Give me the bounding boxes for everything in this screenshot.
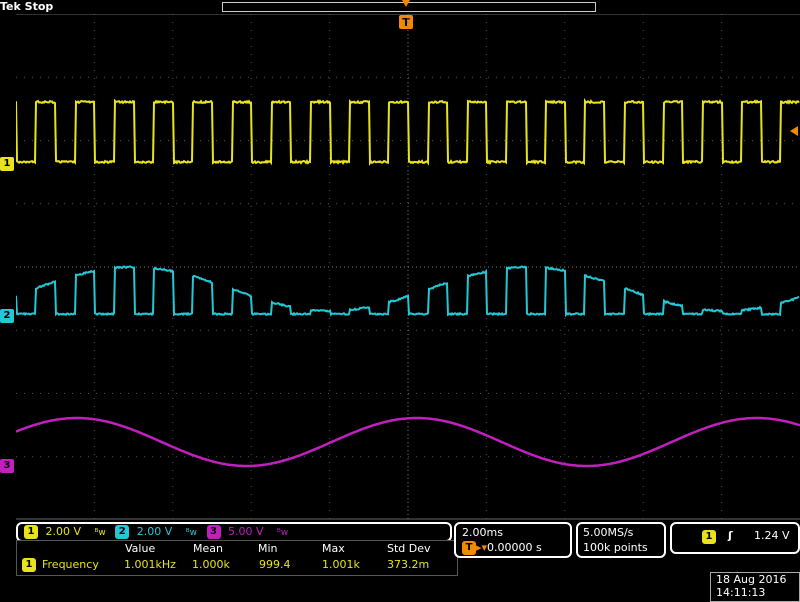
- channel-1-badge[interactable]: 1: [24, 525, 38, 539]
- measurement-name: Frequency: [42, 558, 99, 571]
- trigger-delay-badge: T: [462, 541, 476, 555]
- rising-edge-icon: ʃ: [728, 529, 733, 542]
- measurement-panel[interactable]: Value Mean Min Max Std Dev 1 Frequency 1…: [16, 540, 458, 576]
- delay-arrow-icon: ▸▾: [476, 541, 487, 554]
- measurement-min: 999.4: [259, 558, 291, 571]
- trigger-level: 1.24 V: [754, 529, 790, 542]
- channel-2-scale: 2.00 V: [137, 525, 173, 538]
- bandwidth-limit-icon: ᴮw: [277, 528, 288, 538]
- record-length: 100k points: [583, 541, 648, 554]
- measurement-max: 1.001k: [322, 558, 360, 571]
- channel-2-ground-marker[interactable]: 2: [0, 309, 14, 323]
- trigger-delay: 0.00000 s: [487, 541, 542, 554]
- measurement-mean: 1.000k: [192, 558, 230, 571]
- measurement-value: 1.001kHz: [124, 558, 176, 571]
- channel-3-badge[interactable]: 3: [207, 525, 221, 539]
- datetime-panel: 18 Aug 2016 14:11:13: [710, 572, 800, 602]
- header-value: Value: [125, 542, 155, 555]
- channel-1-ground-marker[interactable]: 1: [0, 157, 14, 171]
- status-title: Tek Stop: [0, 0, 53, 13]
- sample-rate: 5.00MS/s: [583, 526, 633, 539]
- header-std-dev: Std Dev: [387, 542, 431, 555]
- trigger-source-badge: 1: [702, 530, 716, 544]
- measurement-channel-badge: 1: [22, 558, 36, 572]
- channel-1-scale: 2.00 V: [46, 525, 82, 538]
- trigger-panel[interactable]: 1 ʃ 1.24 V: [670, 522, 800, 554]
- channel-1-trace: [16, 101, 799, 163]
- measurement-row[interactable]: 1 Frequency 1.001kHz 1.000k 999.4 1.001k…: [22, 558, 456, 572]
- timebase-panel[interactable]: 2.00ms T ▸▾0.00000 s: [454, 522, 572, 558]
- channel-3-ground-marker[interactable]: 3: [0, 459, 14, 473]
- measurement-std-dev: 373.2m: [387, 558, 429, 571]
- acquisition-state: Stop: [25, 0, 54, 13]
- brand-label: Tek: [0, 0, 21, 13]
- header-max: Max: [322, 542, 345, 555]
- trigger-arrow-icon: [402, 0, 410, 7]
- header-min: Min: [258, 542, 278, 555]
- bandwidth-limit-icon: ᴮw: [186, 528, 197, 538]
- date-label: 18 Aug 2016: [716, 573, 786, 586]
- acquisition-panel[interactable]: 5.00MS/s 100k points: [576, 522, 666, 558]
- channel-2-badge[interactable]: 2: [115, 525, 129, 539]
- timebase-scale: 2.00ms: [462, 526, 503, 539]
- channel-3-scale: 5.00 V: [228, 525, 264, 538]
- header-mean: Mean: [193, 542, 223, 555]
- bandwidth-limit-icon: ᴮw: [95, 528, 106, 538]
- trigger-level-arrow-icon[interactable]: [788, 126, 798, 136]
- time-label: 14:11:13: [716, 586, 765, 599]
- channel-scale-panel[interactable]: 1 2.00 V ᴮw 2 2.00 V ᴮw 3 5.00 V ᴮw: [16, 522, 452, 542]
- waveform-display[interactable]: [16, 14, 800, 520]
